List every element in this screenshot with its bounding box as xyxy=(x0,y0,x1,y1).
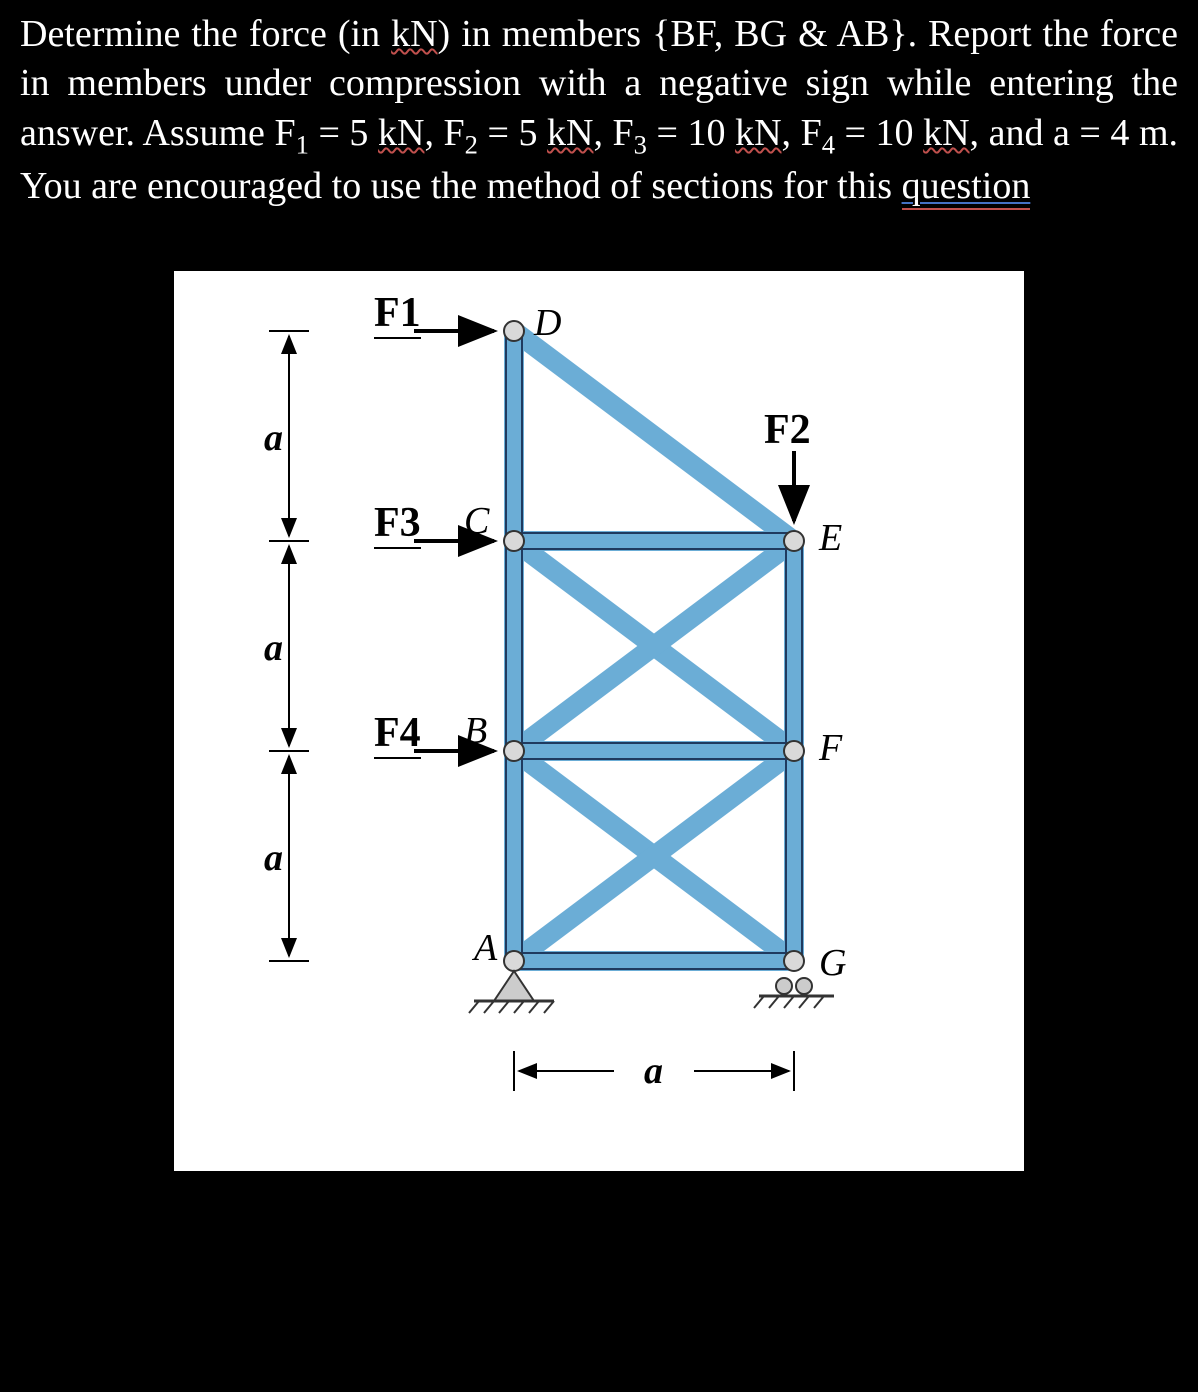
force-f1-label: F1 xyxy=(374,289,421,339)
text-part: = 10 xyxy=(647,112,735,154)
force-f3-label: F3 xyxy=(374,499,421,549)
text-part: , F xyxy=(424,112,464,154)
force-f4-label: F4 xyxy=(374,709,421,759)
node-e-label: E xyxy=(819,516,842,560)
force-f2-label: F2 xyxy=(764,406,811,454)
node-b-label: B xyxy=(464,709,487,753)
unit-kn: kN xyxy=(735,112,781,154)
text-part: Determine the force (in xyxy=(20,13,391,55)
link-question: question xyxy=(902,165,1031,210)
text-part: , F xyxy=(593,112,633,154)
node-d-label: D xyxy=(534,301,561,345)
node-g-label: G xyxy=(819,941,846,985)
unit-kn: kN xyxy=(547,112,593,154)
node-a-label: A xyxy=(474,926,497,970)
subscript: 1 xyxy=(296,129,309,159)
unit-kn: kN xyxy=(378,112,424,154)
problem-statement: Determine the force (in kN) in members {… xyxy=(20,10,1178,211)
dim-a-2: a xyxy=(264,626,283,670)
truss-svg xyxy=(174,271,1024,1171)
dim-a-4: a xyxy=(644,1049,663,1093)
subscript: 3 xyxy=(634,129,647,159)
subscript: 4 xyxy=(822,129,835,159)
text-part: = 10 xyxy=(835,112,923,154)
text-part: = 5 xyxy=(478,112,547,154)
unit-kn: kN xyxy=(923,112,969,154)
text-part: = 5 xyxy=(309,112,378,154)
dim-a-1: a xyxy=(264,416,283,460)
unit-kn: kN xyxy=(391,13,437,55)
truss-figure: F1 F2 F3 F4 D C B A E F G a a a a xyxy=(174,271,1024,1171)
node-c-label: C xyxy=(464,499,489,543)
node-f-label: F xyxy=(819,726,842,770)
text-part: , F xyxy=(782,112,822,154)
subscript: 2 xyxy=(465,129,478,159)
dim-a-3: a xyxy=(264,836,283,880)
